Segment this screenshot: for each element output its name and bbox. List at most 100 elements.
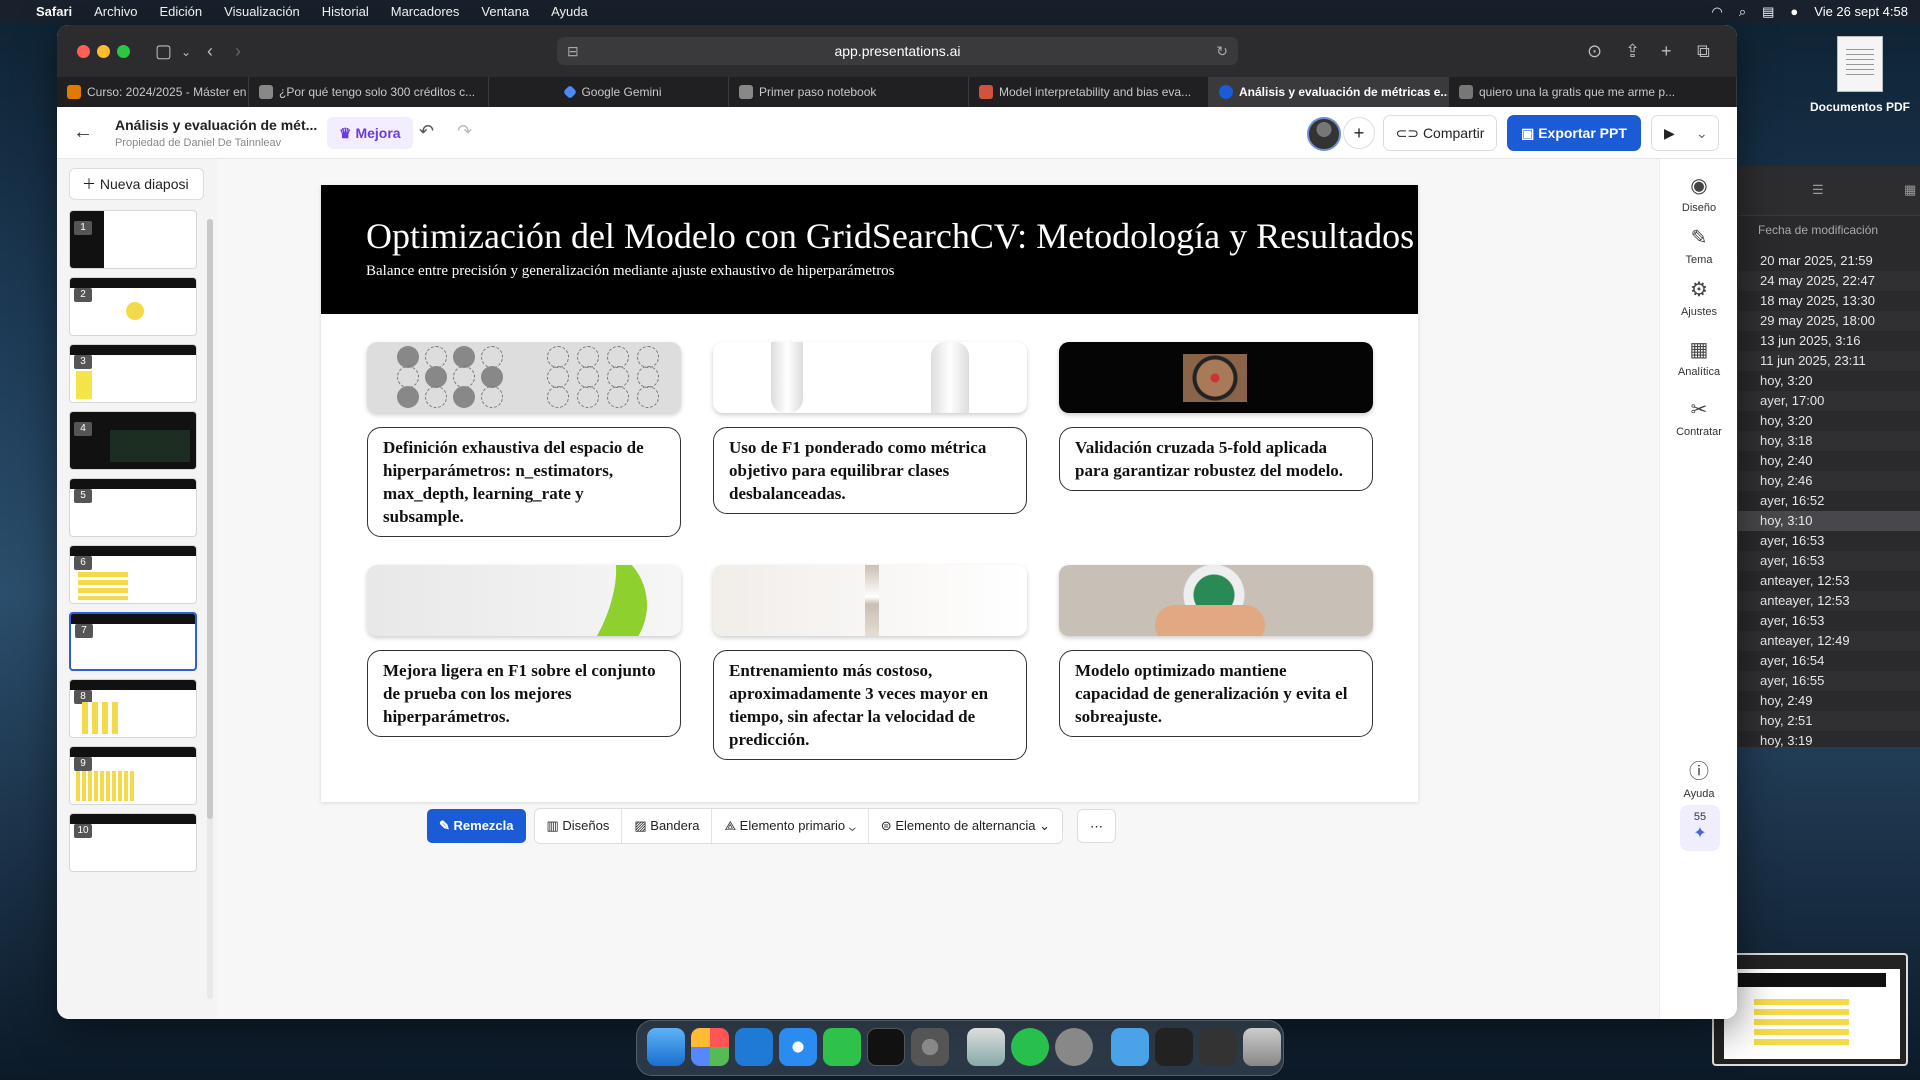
rail-help[interactable]: ⓘ Ayuda — [1660, 755, 1737, 800]
finder-row[interactable]: 13 jun 2025, 3:16 — [1738, 331, 1920, 351]
undo-icon[interactable]: ↶ — [419, 121, 434, 142]
finder-row[interactable]: anteayer, 12:49 — [1738, 631, 1920, 651]
control-center-icon[interactable]: ▤ — [1762, 4, 1774, 20]
back-arrow-icon[interactable]: ← — [73, 121, 93, 144]
card-text-f1-improvement[interactable]: Mejora ligera en F1 sobre el conjunto de… — [367, 650, 681, 737]
rail-theme[interactable]: ✎ Tema — [1660, 225, 1737, 266]
trash-icon[interactable] — [1243, 1028, 1281, 1066]
card-text-training-time[interactable]: Entrenamiento más costoso, aproximadamen… — [713, 650, 1027, 760]
finder-row[interactable]: hoy, 3:20 — [1738, 371, 1920, 391]
more-options-button[interactable]: ⋯ — [1077, 809, 1117, 843]
terminal-icon[interactable] — [867, 1028, 905, 1066]
finder-row[interactable]: 29 may 2025, 18:00 — [1738, 311, 1920, 331]
downloads-folder-icon[interactable] — [1111, 1028, 1149, 1066]
finder-row[interactable]: hoy, 3:10 — [1738, 511, 1920, 531]
screenshot-preview[interactable] — [1712, 953, 1908, 1066]
present-button[interactable]: ▶ ⌄ — [1651, 115, 1719, 151]
finder-row[interactable]: hoy, 2:51 — [1738, 711, 1920, 731]
rail-design[interactable]: ◉ Diseño — [1660, 173, 1737, 214]
desktop-file-pdf[interactable]: Documentos PDF — [1800, 36, 1920, 114]
tex-icon[interactable] — [1055, 1028, 1093, 1066]
slide-thumbnail[interactable]: 4 — [69, 411, 197, 470]
document-title[interactable]: Análisis y evaluación de mét... — [115, 117, 320, 133]
card-image-hyperparameters[interactable] — [367, 342, 681, 413]
finder-row[interactable]: hoy, 2:49 — [1738, 691, 1920, 711]
tab-course[interactable]: Curso: 2024/2025 - Máster en Dat... — [57, 77, 249, 107]
download-icon[interactable]: ⊙ — [1587, 41, 1602, 62]
finder-row[interactable]: hoy, 3:19 — [1738, 731, 1920, 751]
card-text-cross-validation[interactable]: Validación cruzada 5-fold aplicada para … — [1059, 427, 1373, 491]
tab-notebook[interactable]: Primer paso notebook — [729, 77, 969, 107]
tab-quiero[interactable]: quiero una la gratis que me arme p... — [1449, 77, 1737, 107]
menu-ventana[interactable]: Ventana — [481, 4, 529, 19]
slide-thumbnail[interactable]: 3 — [69, 344, 197, 403]
back-arrow-icon[interactable]: ‹ — [207, 41, 213, 62]
finder-row[interactable]: 20 mar 2025, 21:59 — [1738, 251, 1920, 271]
tab-credits[interactable]: ¿Por qué tengo solo 300 créditos c... — [249, 77, 489, 107]
facetime-icon[interactable] — [823, 1028, 861, 1066]
slide-thumbnail-active[interactable]: 7 — [69, 612, 197, 671]
tab-interpretability[interactable]: Model interpretability and bias eva... — [969, 77, 1209, 107]
finder-row[interactable]: ayer, 16:55 — [1738, 671, 1920, 691]
finder-row[interactable]: ayer, 16:54 — [1738, 651, 1920, 671]
new-slide-button[interactable]: ＋ Nueva diaposi — [69, 168, 204, 200]
menu-visualizacion[interactable]: Visualización — [224, 4, 300, 19]
upgrade-button[interactable]: ♛ Mejora — [327, 117, 413, 149]
finder-row[interactable]: hoy, 2:46 — [1738, 471, 1920, 491]
tab-overview-icon[interactable]: ⧉ — [1697, 41, 1710, 62]
minimize-button[interactable] — [97, 45, 110, 58]
finder-row[interactable]: ayer, 16:52 — [1738, 491, 1920, 511]
close-button[interactable] — [77, 45, 90, 58]
chevron-down-icon[interactable]: ⌄ — [181, 45, 191, 59]
slide-thumbnail[interactable]: 1 — [69, 210, 197, 269]
page-settings-icon[interactable]: ⊟ — [567, 37, 579, 65]
share-button[interactable]: ⊂⊃ Compartir — [1383, 115, 1497, 151]
vscode-icon[interactable] — [735, 1028, 773, 1066]
menu-marcadores[interactable]: Marcadores — [391, 4, 460, 19]
card-image-cross-validation[interactable] — [1059, 342, 1373, 413]
menu-historial[interactable]: Historial — [322, 4, 369, 19]
address-bar[interactable]: ⊟ app.presentations.ai ↻ — [557, 37, 1238, 65]
chevron-down-icon[interactable]: ⌄ — [1696, 116, 1708, 150]
alternate-element-dropdown[interactable]: ⊜ Elemento de alternancia ⌄ — [868, 809, 1063, 843]
finder-row[interactable]: anteayer, 12:53 — [1738, 571, 1920, 591]
slide-thumbnail[interactable]: 10 — [69, 813, 197, 872]
slide-thumbnail[interactable]: 6 — [69, 545, 197, 604]
card-image-f1-improvement[interactable] — [367, 565, 681, 636]
card-image-f1[interactable] — [713, 342, 1027, 413]
menu-edicion[interactable]: Edición — [160, 4, 203, 19]
zoom-button[interactable] — [117, 45, 130, 58]
slide-thumbnail[interactable]: 2 — [69, 277, 197, 336]
card-image-training-time[interactable] — [713, 565, 1027, 636]
list-view-icon[interactable]: ☰ — [1812, 182, 1824, 198]
safari-icon[interactable] — [779, 1028, 817, 1066]
reload-icon[interactable]: ↻ — [1216, 37, 1228, 65]
slide[interactable]: Optimización del Modelo con GridSearchCV… — [321, 185, 1418, 802]
slide-subtitle[interactable]: Balance entre precisión y generalización… — [366, 263, 895, 280]
clock[interactable]: Vie 26 sept 4:58 — [1814, 4, 1908, 19]
preview-icon[interactable] — [967, 1028, 1005, 1066]
play-icon[interactable]: ▶ — [1664, 116, 1675, 150]
finder-row[interactable]: anteayer, 12:53 — [1738, 591, 1920, 611]
finder-icon[interactable] — [647, 1028, 685, 1066]
ai-credits-button[interactable]: 55 ✦ — [1680, 805, 1720, 851]
remix-button[interactable]: ✎ Remezcla — [427, 809, 526, 843]
card-text-f1[interactable]: Uso de F1 ponderado como métrica objetiv… — [713, 427, 1027, 514]
card-image-generalization[interactable] — [1059, 565, 1373, 636]
rail-hire[interactable]: ✂ Contratar — [1660, 397, 1737, 438]
card-text-hyperparameters[interactable]: Definición exhaustiva del espacio de hip… — [367, 427, 681, 537]
spotlight-icon[interactable]: ⌕ — [1739, 4, 1746, 20]
tab-analysis-active[interactable]: Análisis y evaluación de métricas e... — [1209, 77, 1449, 107]
sidebar-toggle-icon[interactable]: ▢ — [155, 41, 172, 62]
finder-row[interactable]: hoy, 2:40 — [1738, 451, 1920, 471]
finder-row[interactable]: ayer, 17:00 — [1738, 391, 1920, 411]
finder-row[interactable]: ayer, 16:53 — [1738, 551, 1920, 571]
forward-arrow-icon[interactable]: › — [235, 41, 241, 62]
finder-row[interactable]: 24 may 2025, 22:47 — [1738, 271, 1920, 291]
recent-app-icon[interactable] — [1199, 1028, 1237, 1066]
slide-thumbnail[interactable]: 9 — [69, 746, 197, 805]
launchpad-icon[interactable] — [691, 1028, 729, 1066]
primary-element-dropdown[interactable]: ⟁ Elemento primario ⌄ — [712, 809, 869, 843]
tab-gemini[interactable]: Google Gemini — [489, 77, 729, 107]
export-ppt-button[interactable]: ▣ Exportar PPT — [1507, 115, 1641, 151]
